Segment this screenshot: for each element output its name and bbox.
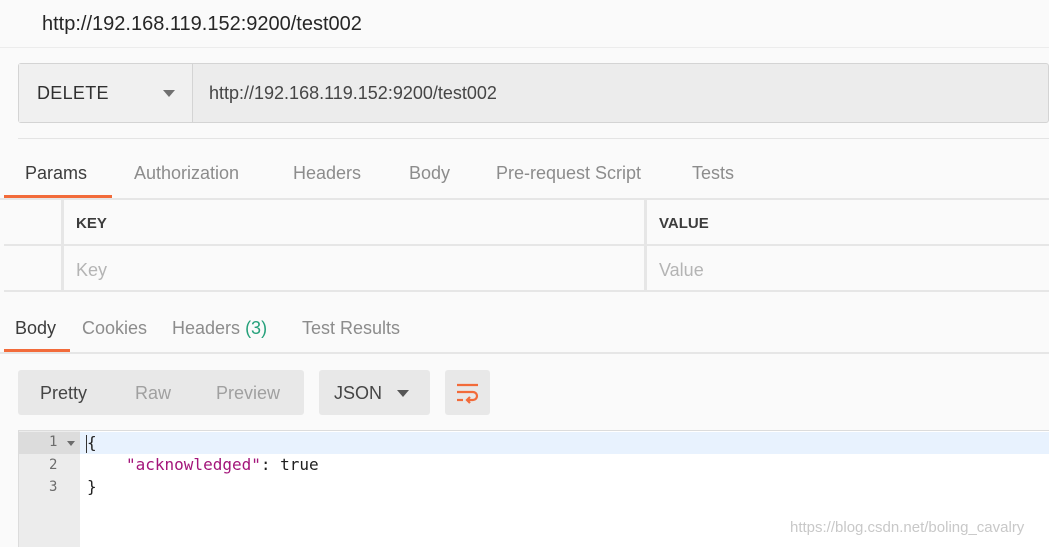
watermark: https://blog.csdn.net/boling_cavalry — [790, 519, 1025, 536]
params-header-row: KEY VALUE — [4, 200, 1049, 246]
tab-headers[interactable]: Headers — [293, 163, 361, 184]
format-label: JSON — [334, 383, 383, 403]
line-number: 1 — [49, 434, 58, 450]
code-line-2: "acknowledged": true — [126, 455, 319, 474]
divider — [18, 138, 1049, 139]
param-key-input[interactable]: Key — [66, 246, 647, 290]
json-key: "acknowledged" — [126, 455, 261, 474]
request-title[interactable]: http://192.168.119.152:9200/test002 — [42, 13, 362, 36]
response-headers-label: Headers — [172, 318, 241, 338]
params-table: KEY VALUE Key Value — [4, 200, 1049, 292]
response-tab-headers[interactable]: Headers (3) — [172, 318, 267, 339]
headers-count-badge: (3) — [245, 318, 268, 338]
tab-body[interactable]: Body — [409, 163, 450, 184]
json-separator: : — [260, 455, 281, 474]
tab-tests[interactable]: Tests — [692, 163, 734, 184]
param-value-input[interactable]: Value — [649, 246, 1049, 290]
view-mode-group: Pretty Raw Preview — [18, 370, 304, 415]
value-header-label: VALUE — [659, 215, 709, 232]
active-response-tab-indicator — [4, 349, 70, 352]
active-tab-indicator — [4, 195, 112, 198]
active-line-highlight — [19, 432, 1049, 454]
chevron-down-icon — [163, 90, 175, 97]
value-placeholder: Value — [659, 260, 704, 280]
row-checkbox-cell[interactable] — [4, 246, 64, 290]
preview-button[interactable]: Preview — [216, 383, 280, 404]
response-tabs: Body Cookies Headers (3) Test Results — [0, 306, 1049, 354]
fold-toggle-icon[interactable] — [67, 441, 75, 446]
line-number: 2 — [49, 457, 58, 473]
format-select[interactable]: JSON — [319, 370, 430, 415]
tab-pre-request-script[interactable]: Pre-request Script — [496, 163, 641, 184]
request-bar: DELETE http://192.168.119.152:9200/test0… — [18, 63, 1049, 123]
request-title-bar: http://192.168.119.152:9200/test002 — [0, 0, 1049, 48]
raw-button[interactable]: Raw — [135, 383, 171, 404]
pretty-button[interactable]: Pretty — [40, 383, 87, 404]
wrap-lines-icon — [457, 383, 479, 404]
params-row: Key Value — [4, 246, 1049, 292]
response-tab-body[interactable]: Body — [15, 318, 56, 339]
code-line-1: { — [87, 433, 97, 452]
url-input[interactable]: http://192.168.119.152:9200/test002 — [209, 83, 497, 104]
key-column-header: KEY — [66, 200, 647, 244]
tab-authorization[interactable]: Authorization — [134, 163, 239, 184]
method-label: DELETE — [37, 83, 109, 103]
select-all-cell[interactable] — [4, 200, 64, 244]
json-value: true — [280, 455, 319, 474]
chevron-down-icon — [397, 390, 409, 397]
key-placeholder: Key — [76, 260, 108, 280]
response-tab-cookies[interactable]: Cookies — [82, 318, 147, 339]
response-tab-test-results[interactable]: Test Results — [302, 318, 400, 339]
request-tabs: Params Authorization Headers Body Pre-re… — [0, 150, 1049, 200]
code-line-3: } — [87, 477, 97, 496]
method-selector[interactable]: DELETE — [19, 64, 193, 122]
line-number: 3 — [49, 479, 58, 495]
value-column-header: VALUE — [649, 200, 1049, 244]
tab-params[interactable]: Params — [25, 163, 87, 184]
wrap-lines-button[interactable] — [445, 370, 490, 415]
key-header-label: KEY — [76, 215, 107, 232]
